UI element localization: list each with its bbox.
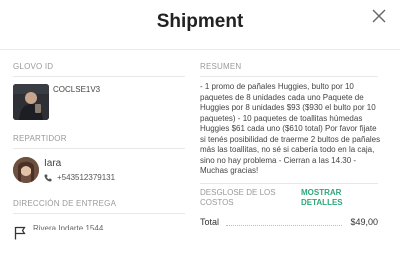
order-code: COCLSE1V3 [53, 85, 101, 94]
total-dotted-leader [226, 225, 342, 226]
order-photo [13, 84, 49, 120]
summary-label: RESUMEN [200, 62, 242, 71]
show-details-link[interactable]: MOSTRAR DETALLES [301, 188, 371, 208]
glovo-id-label: GLOVO ID [13, 62, 54, 71]
divider [13, 148, 185, 149]
delivery-address-label: DIRECCIÓN DE ENTREGA [13, 199, 117, 208]
phone-icon [44, 174, 52, 182]
total-label: Total [200, 217, 220, 227]
courier-name: Iara [44, 158, 62, 169]
flag-icon [14, 226, 26, 240]
divider [200, 76, 378, 77]
delivery-address: Rivera Indarte 1544 [33, 224, 104, 230]
close-icon[interactable] [372, 9, 386, 23]
avatar [13, 157, 39, 183]
courier-phone-row: +543512379131 [44, 173, 115, 182]
costs-breakdown-label: DESGLOSE DE LOS COSTOS [200, 188, 276, 207]
divider [200, 183, 378, 184]
order-summary: - 1 promo de pañales Huggies, bulto por … [200, 82, 381, 175]
courier-phone: +543512379131 [57, 173, 116, 182]
modal-header: Shipment [0, 0, 400, 50]
total-value: $49,00 [350, 217, 378, 227]
courier-label: REPARTIDOR [13, 134, 67, 143]
modal-title: Shipment [156, 11, 244, 32]
divider [13, 76, 185, 77]
divider [13, 213, 185, 214]
